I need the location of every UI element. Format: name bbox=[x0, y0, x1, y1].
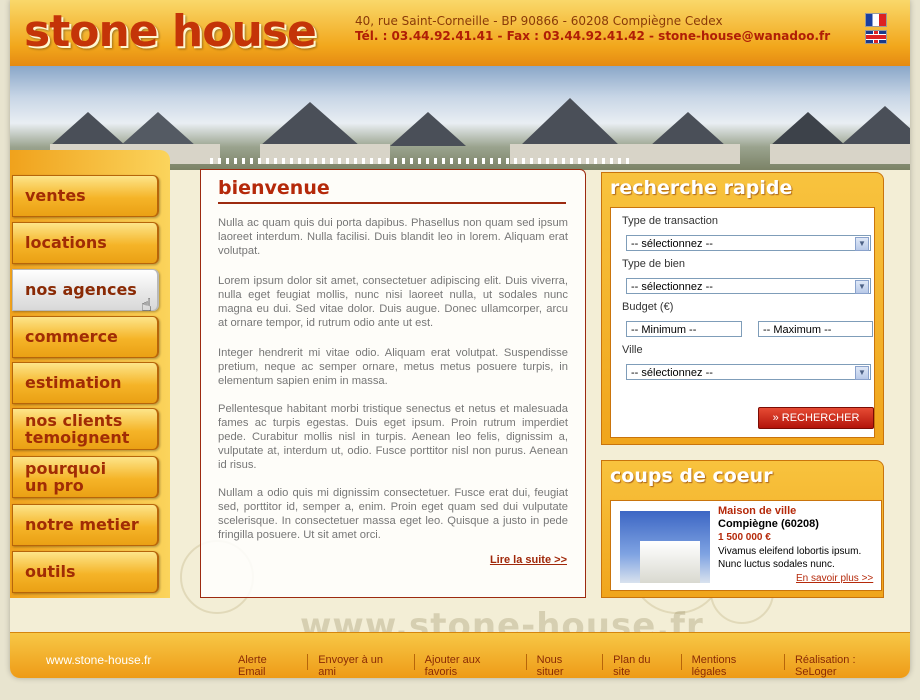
chevron-down-icon[interactable]: ▼ bbox=[855, 366, 869, 380]
bien-value: -- sélectionnez -- bbox=[631, 281, 713, 293]
footer-link[interactable]: Ajouter aux favoris bbox=[413, 654, 526, 678]
house-roof bbox=[650, 112, 726, 146]
nav-item-label: notre metier bbox=[25, 515, 139, 534]
title-rule bbox=[218, 202, 566, 204]
transaction-label: Type de transaction bbox=[622, 215, 719, 227]
featured-listing[interactable]: Maison de ville Compiègne (60208) 1 500 … bbox=[610, 500, 882, 591]
fence bbox=[210, 158, 630, 164]
listing-desc-2: Nunc luctus sodales nunc. bbox=[718, 559, 835, 570]
logo[interactable]: stone house bbox=[24, 6, 317, 57]
listing-type: Maison de ville bbox=[718, 505, 797, 517]
nav-item-pourquoi-un-pro[interactable]: pourquoi un pro bbox=[12, 456, 159, 498]
house-roof bbox=[120, 112, 196, 146]
flag-uk-icon[interactable] bbox=[865, 30, 887, 44]
budget-min-input[interactable]: -- Minimum -- bbox=[626, 321, 742, 337]
ville-label: Ville bbox=[622, 344, 643, 356]
nav-item-label: pourquoi bbox=[25, 459, 107, 478]
hand-cursor-icon: ☝ bbox=[141, 295, 152, 316]
paragraph: Pellentesque habitant morbi tristique se… bbox=[218, 403, 568, 471]
house-photo[interactable] bbox=[620, 511, 710, 583]
nav-item-label: estimation bbox=[25, 373, 122, 392]
nav-item-label: outils bbox=[25, 562, 76, 581]
nav-item-notre-metier[interactable]: notre metier bbox=[12, 504, 159, 546]
bien-select[interactable]: -- sélectionnez -- ▼ bbox=[626, 278, 871, 294]
contact-info: Tél. : 03.44.92.41.41 - Fax : 03.44.92.4… bbox=[355, 29, 831, 43]
welcome-panel: bienvenue Nulla ac quam quis dui porta d… bbox=[200, 169, 586, 598]
transaction-value: -- sélectionnez -- bbox=[631, 238, 713, 250]
footer: www.stone-house.fr Alerte Email Envoyer … bbox=[10, 632, 910, 678]
house-roof bbox=[390, 112, 466, 146]
header: stone house 40, rue Saint-Corneille - BP… bbox=[10, 0, 910, 66]
main-nav: ventes locations nos agences ☝ commerce … bbox=[10, 150, 170, 598]
footer-link[interactable]: Réalisation : SeLoger bbox=[783, 654, 910, 678]
nav-item-outils[interactable]: outils bbox=[12, 551, 159, 593]
read-more-link[interactable]: Lire la suite >> bbox=[490, 554, 567, 566]
house-roof bbox=[50, 112, 126, 146]
chevron-down-icon[interactable]: ▼ bbox=[855, 280, 869, 294]
footer-link[interactable]: Alerte Email bbox=[228, 654, 307, 678]
house-roof bbox=[260, 102, 360, 146]
double-arrow-icon: » bbox=[772, 412, 779, 424]
house-roof bbox=[770, 112, 846, 146]
nav-item-label-line2: un pro bbox=[25, 476, 84, 495]
site-url[interactable]: www.stone-house.fr bbox=[46, 653, 151, 667]
footer-link[interactable]: Nous situer bbox=[525, 654, 603, 678]
coups-de-coeur-panel: coups de coeur Maison de ville Compiègne… bbox=[601, 460, 884, 598]
nav-item-temoignages[interactable]: nos clients temoignent bbox=[12, 408, 159, 450]
house-wall bbox=[770, 144, 910, 164]
search-title: recherche rapide bbox=[610, 177, 793, 199]
nav-item-label: locations bbox=[25, 233, 107, 252]
house-roof bbox=[520, 98, 620, 146]
nav-item-label: commerce bbox=[25, 327, 118, 346]
footer-link[interactable]: Mentions légales bbox=[680, 654, 784, 678]
listing-price: 1 500 000 € bbox=[718, 532, 771, 543]
footer-link[interactable]: Plan du site bbox=[602, 654, 680, 678]
quick-search-panel: recherche rapide Type de transaction -- … bbox=[601, 172, 884, 445]
flag-fr-icon[interactable] bbox=[865, 13, 887, 27]
chevron-down-icon[interactable]: ▼ bbox=[855, 237, 869, 251]
listing-city: Compiègne (60208) bbox=[718, 518, 819, 530]
house-roof bbox=[840, 106, 910, 146]
coups-title: coups de coeur bbox=[610, 465, 773, 487]
address: 40, rue Saint-Corneille - BP 90866 - 602… bbox=[355, 14, 723, 28]
budget-label: Budget (€) bbox=[622, 301, 674, 313]
ville-select[interactable]: -- sélectionnez -- ▼ bbox=[626, 364, 871, 380]
nav-item-label: nos agences bbox=[25, 280, 137, 299]
listing-more-link[interactable]: En savoir plus >> bbox=[796, 573, 873, 584]
search-form: Type de transaction -- sélectionnez -- ▼… bbox=[610, 207, 875, 438]
paragraph: Integer hendrerit mi vitae odio. Aliquam… bbox=[218, 347, 568, 387]
nav-item-label-line2: temoignent bbox=[25, 428, 130, 447]
welcome-title: bienvenue bbox=[218, 177, 330, 199]
search-button-label: RECHERCHER bbox=[781, 412, 860, 424]
page-frame: stone house 40, rue Saint-Corneille - BP… bbox=[10, 0, 910, 678]
budget-max-input[interactable]: -- Maximum -- bbox=[758, 321, 873, 337]
bien-label: Type de bien bbox=[622, 258, 685, 270]
nav-item-label: ventes bbox=[25, 186, 86, 205]
nav-item-estimation[interactable]: estimation bbox=[12, 362, 159, 404]
nav-item-locations[interactable]: locations bbox=[12, 222, 159, 264]
ville-value: -- sélectionnez -- bbox=[631, 367, 713, 379]
paragraph: Nulla ac quam quis dui porta dapibus. Ph… bbox=[218, 217, 568, 257]
nav-item-nos-agences[interactable]: nos agences ☝ bbox=[12, 269, 159, 316]
footer-links: Alerte Email Envoyer à un ami Ajouter au… bbox=[228, 654, 910, 678]
search-button[interactable]: » RECHERCHER bbox=[758, 407, 874, 429]
paragraph: Lorem ipsum dolor sit amet, consectetuer… bbox=[218, 275, 568, 329]
transaction-select[interactable]: -- sélectionnez -- ▼ bbox=[626, 235, 871, 251]
nav-item-ventes[interactable]: ventes bbox=[12, 175, 159, 217]
footer-link[interactable]: Envoyer à un ami bbox=[307, 654, 413, 678]
paragraph: Nullam a odio quis mi dignissim consecte… bbox=[218, 487, 568, 541]
nav-item-commerce[interactable]: commerce bbox=[12, 316, 159, 358]
nav-item-label: nos clients bbox=[25, 411, 123, 430]
listing-desc: Vivamus eleifend lobortis ipsum. bbox=[718, 546, 862, 557]
